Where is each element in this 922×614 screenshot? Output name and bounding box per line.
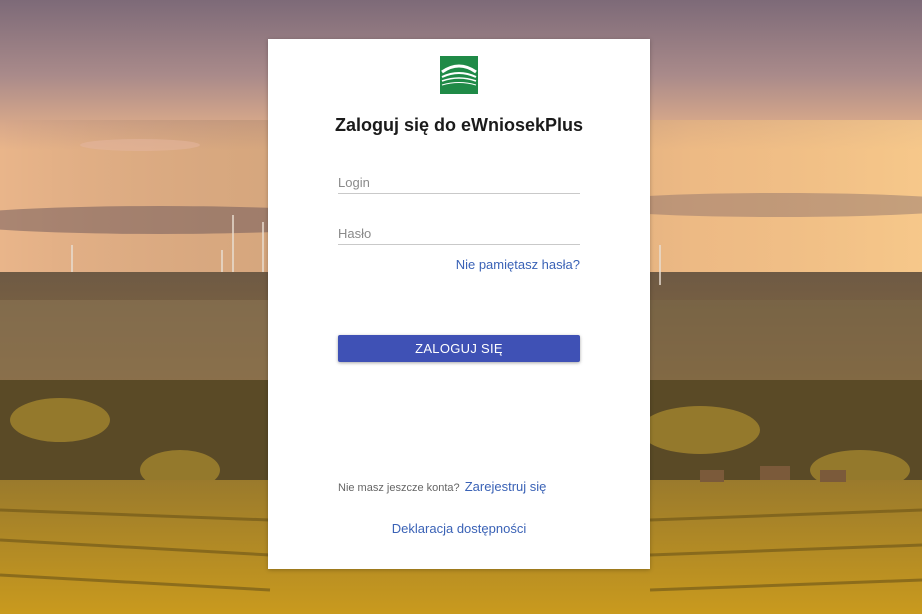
arimr-logo — [440, 56, 478, 94]
accessibility-row: Deklaracja dostępności — [268, 520, 650, 538]
forgot-password-link[interactable]: Nie pamiętasz hasła? — [456, 257, 580, 272]
login-field[interactable] — [338, 171, 580, 194]
login-input[interactable] — [338, 171, 580, 193]
login-button[interactable]: ZALOGUJ SIĘ — [338, 335, 580, 362]
register-row: Nie masz jeszcze konta? Zarejestruj się — [338, 479, 546, 494]
no-account-text: Nie masz jeszcze konta? — [338, 482, 460, 494]
register-link[interactable]: Zarejestruj się — [465, 479, 547, 494]
password-field[interactable] — [338, 222, 580, 245]
password-input[interactable] — [338, 222, 580, 244]
login-card: Zaloguj się do eWniosekPlus Nie pamiętas… — [268, 39, 650, 569]
accessibility-declaration-link[interactable]: Deklaracja dostępności — [392, 521, 526, 536]
page-title: Zaloguj się do eWniosekPlus — [334, 115, 584, 135]
